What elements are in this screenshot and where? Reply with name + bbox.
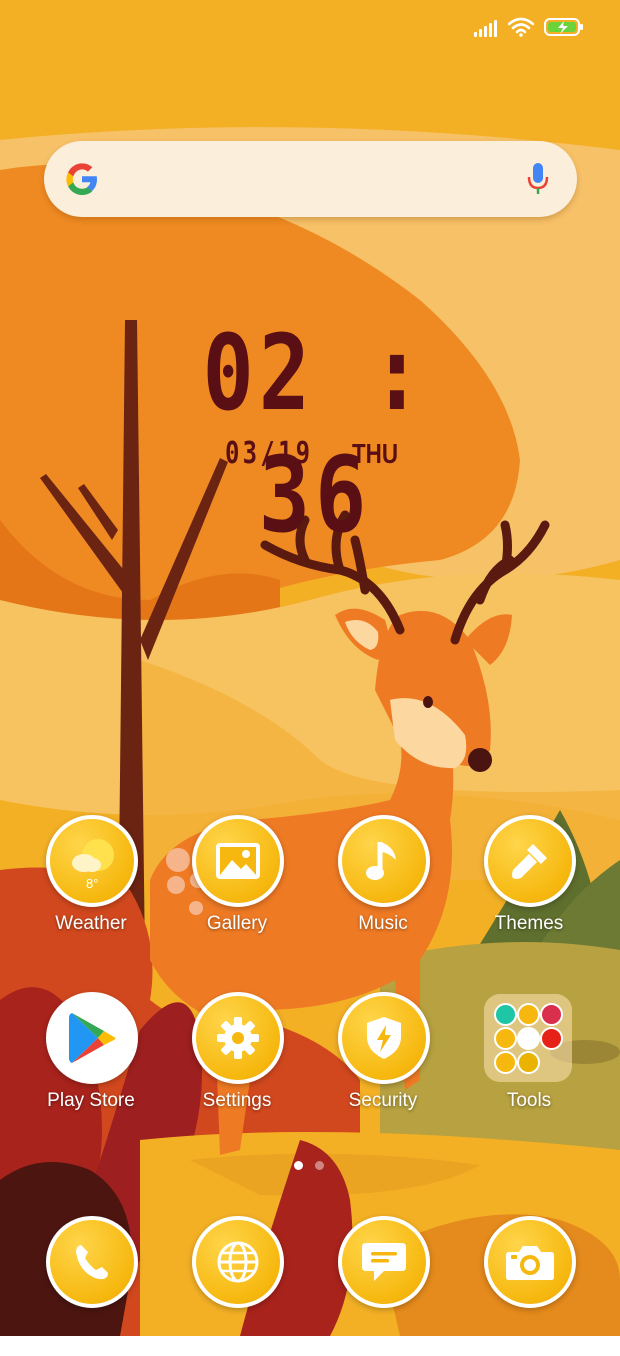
app-label: Tools (506, 1090, 552, 1111)
paintbrush-icon (484, 815, 576, 907)
shield-icon (338, 992, 430, 1084)
wifi-icon (508, 17, 534, 37)
app-label: Settings (202, 1090, 272, 1111)
gallery-icon (192, 815, 284, 907)
app-label: Security (348, 1090, 418, 1111)
dock-phone[interactable] (18, 1216, 164, 1356)
page-indicator (294, 1161, 324, 1170)
globe-icon (192, 1216, 284, 1308)
page-dot (315, 1161, 324, 1170)
phone-icon (46, 1216, 138, 1308)
google-g-icon (64, 161, 100, 197)
clock-day: THU (352, 438, 399, 469)
weather-temperature: 8° (86, 876, 98, 891)
folder-icon (484, 994, 572, 1082)
signal-icon (474, 17, 498, 37)
app-label: Gallery (206, 913, 268, 934)
app-themes[interactable]: Themes (456, 815, 602, 955)
dock-browser[interactable] (164, 1216, 310, 1356)
google-search-bar[interactable] (44, 141, 577, 217)
battery-charging-icon (544, 17, 584, 37)
app-play-store[interactable]: Play Store (18, 992, 164, 1132)
microphone-icon[interactable] (527, 161, 549, 197)
play-store-icon (46, 992, 138, 1084)
app-settings[interactable]: Settings (164, 992, 310, 1132)
app-weather[interactable]: 8° Weather (18, 815, 164, 955)
gear-icon (192, 992, 284, 1084)
camera-icon (484, 1216, 576, 1308)
dock-messages[interactable] (310, 1216, 456, 1356)
clock-time[interactable]: 02 : 36 (188, 312, 442, 556)
app-security[interactable]: Security (310, 992, 456, 1132)
clock-date: 03/19 (225, 436, 314, 471)
status-bar (0, 0, 620, 58)
music-note-icon (338, 815, 430, 907)
dock-camera[interactable] (456, 1216, 602, 1356)
app-folder-tools[interactable]: Tools (456, 992, 602, 1132)
app-label: Themes (494, 913, 564, 934)
message-icon (338, 1216, 430, 1308)
page-dot-active (294, 1161, 303, 1170)
app-label: Music (358, 913, 408, 934)
weather-icon: 8° (46, 815, 138, 907)
app-gallery[interactable]: Gallery (164, 815, 310, 955)
app-music[interactable]: Music (310, 815, 456, 955)
app-label: Weather (55, 913, 127, 934)
app-label: Play Store (47, 1090, 135, 1111)
